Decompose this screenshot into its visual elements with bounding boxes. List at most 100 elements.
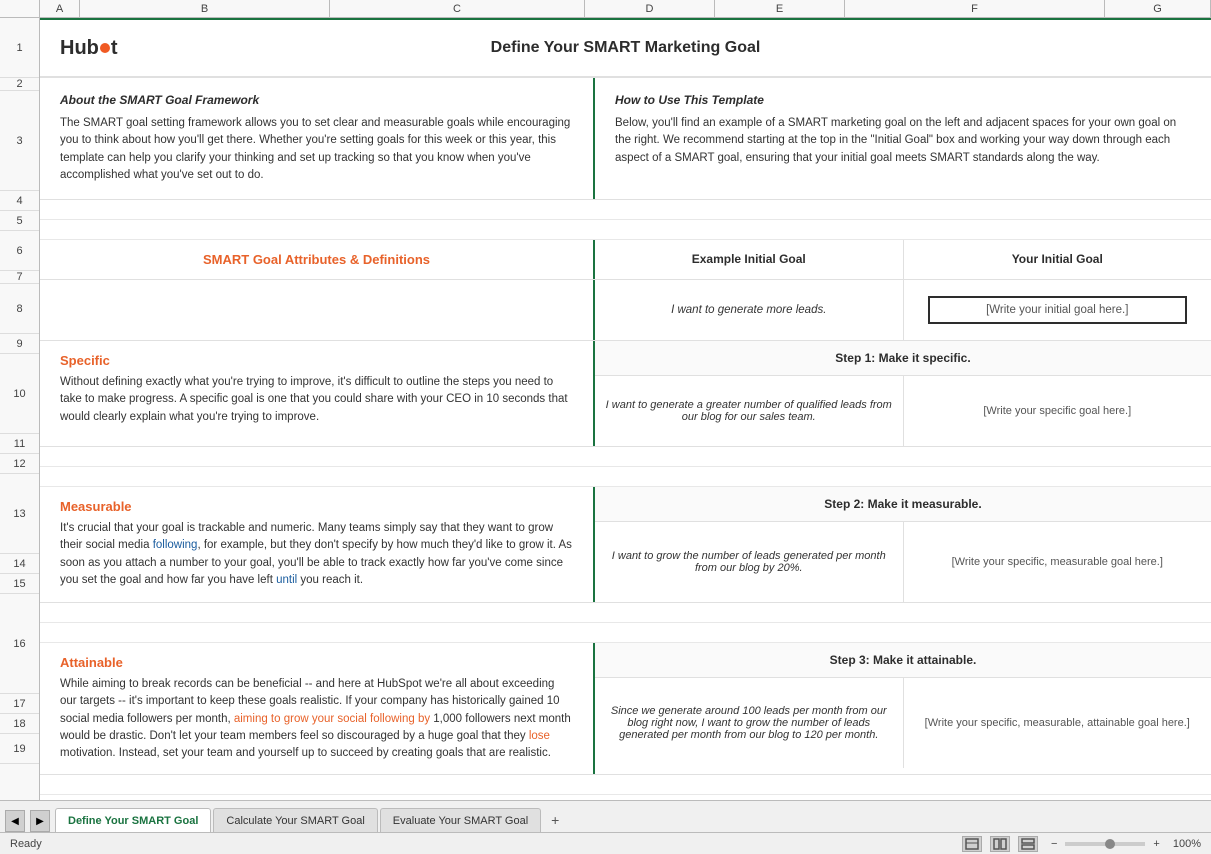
view-break-btn[interactable] [1018,836,1038,852]
spacer-18 [40,795,1211,800]
col-e: E [715,0,845,17]
your-col-header: Your Initial Goal [904,240,1211,279]
row-19: 19 [0,734,39,764]
row-12: 12 [0,454,39,474]
about-right-body: Below, you'll find an example of a SMART… [615,115,1191,167]
hubspot-logo: Hub t [60,37,118,60]
spreadsheet-container: A B C D E F G 1 2 3 4 5 6 7 8 9 10 11 12… [0,0,1211,854]
step3-section: Attainable While aiming to break records… [40,643,1211,775]
col-d: D [585,0,715,17]
row-6: 6 [0,231,39,271]
main-title: Define Your SMART Marketing Goal [491,39,761,57]
row-numbers: 1 2 3 4 5 6 7 8 9 10 11 12 13 14 15 16 1… [0,18,40,800]
row-15: 15 [0,574,39,594]
col-f: F [845,0,1105,17]
initial-goal-input[interactable]: [Write your initial goal here.] [928,296,1187,324]
row-5: 5 [0,211,39,231]
spacer-15 [40,623,1211,643]
initial-your-cell: [Write your initial goal here.] [904,280,1211,340]
step3-your-goal[interactable]: [Write your specific, measurable, attain… [904,678,1211,768]
step3-example: Since we generate around 100 leads per m… [595,678,904,768]
step2-section: Measurable It's crucial that your goal i… [40,487,1211,603]
zoom-minus[interactable]: − [1051,838,1057,850]
attainable-body: While aiming to break records can be ben… [60,676,573,762]
row-13: 13 [0,474,39,554]
status-right: − + 100% [962,836,1201,852]
tab-evaluate-smart-goal[interactable]: Evaluate Your SMART Goal [380,808,541,832]
zoom-level: 100% [1173,838,1201,850]
tab-calculate-smart-goal[interactable]: Calculate Your SMART Goal [213,808,377,832]
row-3: 3 [0,91,39,191]
step1-example: I want to generate a greater number of q… [595,376,904,446]
initial-goal-row: I want to generate more leads. [Write yo… [40,280,1211,341]
about-section: About the SMART Goal Framework The SMART… [40,78,1211,200]
row-16: 16 [0,594,39,694]
step2-your-goal[interactable]: [Write your specific, measurable goal he… [904,522,1211,602]
corner-cell [0,0,40,17]
until-link: until [276,574,297,586]
initial-example-cell: I want to generate more leads. [595,280,904,340]
step1-right: Step 1: Make it specific. I want to gene… [595,341,1211,446]
col-g: G [1105,0,1211,17]
spacer-12 [40,467,1211,487]
attainable-title: Attainable [60,655,573,670]
step2-right: Step 2: Make it measurable. I want to gr… [595,487,1211,602]
specific-body: Without defining exactly what you're try… [60,374,573,426]
zoom-plus[interactable]: + [1153,838,1159,850]
spacer-14 [40,603,1211,623]
col-b: B [80,0,330,17]
view-page-btn[interactable] [990,836,1010,852]
row-7: 7 [0,271,39,284]
step1-your-goal[interactable]: [Write your specific goal here.] [904,376,1211,446]
step1-header: Step 1: Make it specific. [595,341,1211,376]
row-11: 11 [0,434,39,454]
measurable-definition: Measurable It's crucial that your goal i… [40,487,595,602]
example-col-header: Example Initial Goal [595,240,904,279]
spacer-11 [40,447,1211,467]
lose-text: lose [529,730,550,742]
tab-add-button[interactable]: + [543,808,567,832]
step3-right: Step 3: Make it attainable. Since we gen… [595,643,1211,774]
row-1: 1 [0,18,39,78]
header-row: Hub t Define Your SMART Marketing Goal [40,18,1211,78]
tab-define-smart-goal[interactable]: Define Your SMART Goal [55,808,211,832]
col-c: C [330,0,585,17]
measurable-title: Measurable [60,499,573,514]
attributes-header-cell: SMART Goal Attributes & Definitions [40,240,595,279]
aiming-text: aiming to grow your social following by [234,713,430,725]
spacer-row-5 [40,220,1211,240]
goal-headers-right: Example Initial Goal Your Initial Goal [595,240,1211,279]
initial-goal-cells: I want to generate more leads. [Write yo… [595,280,1211,340]
logo-dot [100,43,110,53]
tab-nav-left[interactable]: ◀ [5,810,25,832]
zoom-slider[interactable] [1065,842,1145,846]
step2-header: Step 2: Make it measurable. [595,487,1211,522]
measurable-body: It's crucial that your goal is trackable… [60,520,573,589]
step1-section: Specific Without defining exactly what y… [40,341,1211,447]
status-bar: Ready − + 100% [0,832,1211,854]
about-left-title: About the SMART Goal Framework [60,93,573,107]
status-ready: Ready [10,838,42,850]
tabs-bar: ◀ ▶ Define Your SMART Goal Calculate You… [0,800,1211,832]
about-right: How to Use This Template Below, you'll f… [595,78,1211,199]
following-link[interactable]: following [153,539,198,551]
logo-text-2: t [111,37,118,60]
step3-content: Since we generate around 100 leads per m… [595,678,1211,768]
about-left-body: The SMART goal setting framework allows … [60,115,573,184]
main-content: Hub t Define Your SMART Marketing Goal A… [40,18,1211,800]
attributes-goals-header: SMART Goal Attributes & Definitions Exam… [40,240,1211,280]
row-2: 2 [0,78,39,91]
row-18: 18 [0,714,39,734]
spacer-row-4 [40,200,1211,220]
row-10: 10 [0,354,39,434]
specific-definition: Specific Without defining exactly what y… [40,341,595,446]
step1-content: I want to generate a greater number of q… [595,376,1211,446]
column-headers: A B C D E F G [0,0,1211,18]
tab-nav-right[interactable]: ▶ [30,810,50,832]
logo-text: Hub [60,37,99,60]
row-14: 14 [0,554,39,574]
spacer-17 [40,775,1211,795]
attributes-header-text: SMART Goal Attributes & Definitions [203,252,430,267]
about-right-title: How to Use This Template [615,93,1191,107]
view-normal-btn[interactable] [962,836,982,852]
